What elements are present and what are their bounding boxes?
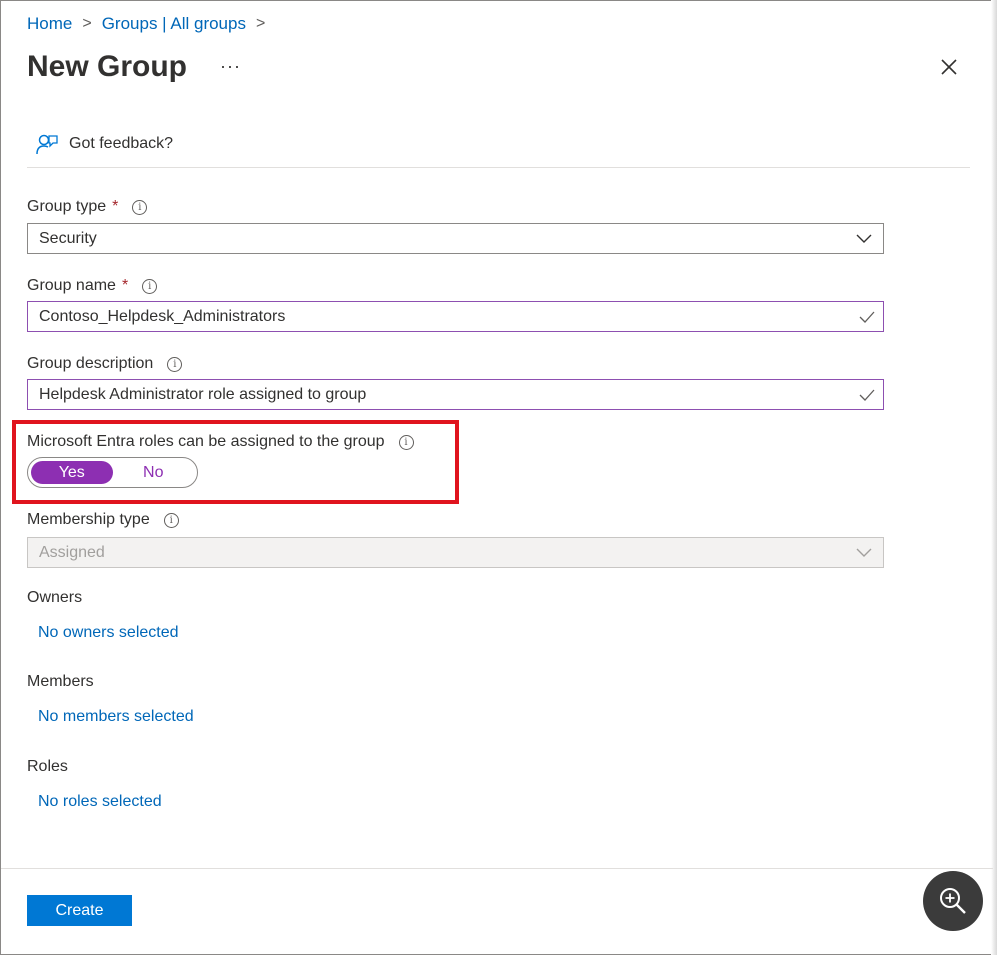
checkmark-icon	[859, 311, 875, 323]
required-asterisk: *	[121, 277, 129, 294]
footer-divider	[1, 868, 993, 869]
page-title: New Group	[27, 50, 188, 83]
divider	[27, 167, 970, 168]
close-icon[interactable]	[938, 56, 960, 78]
group-description-input[interactable]: Helpdesk Administrator role assigned to …	[27, 379, 884, 410]
toggle-yes[interactable]: Yes	[31, 461, 113, 484]
entra-roles-toggle[interactable]: Yes No	[27, 457, 198, 488]
roles-label: Roles	[27, 758, 68, 775]
group-name-value: Contoso_Helpdesk_Administrators	[39, 307, 286, 325]
membership-type-select: Assigned	[27, 537, 884, 568]
panel-shadow	[991, 0, 997, 955]
group-type-label: Group type * i	[27, 198, 148, 216]
checkmark-icon	[859, 389, 875, 401]
feedback-icon	[36, 134, 58, 155]
info-icon[interactable]: i	[163, 512, 179, 528]
owners-label: Owners	[27, 589, 83, 606]
group-name-input[interactable]: Contoso_Helpdesk_Administrators	[27, 301, 884, 332]
breadcrumb-groups[interactable]: Groups | All groups	[102, 14, 246, 34]
more-options-button[interactable]: ···	[220, 56, 241, 77]
members-label: Members	[27, 673, 94, 690]
required-asterisk: *	[112, 198, 119, 215]
group-description-label: Group description i	[27, 355, 183, 373]
chevron-down-icon	[856, 234, 872, 243]
info-icon[interactable]: i	[398, 434, 414, 450]
info-icon[interactable]: i	[167, 356, 183, 372]
feedback-label: Got feedback?	[69, 135, 174, 152]
owners-link[interactable]: No owners selected	[38, 624, 179, 642]
group-type-value: Security	[39, 229, 97, 247]
chevron-down-icon	[856, 548, 872, 557]
info-icon[interactable]: i	[132, 199, 148, 215]
toggle-no[interactable]: No	[113, 461, 195, 484]
breadcrumb-home[interactable]: Home	[27, 14, 72, 34]
group-name-label: Group name * i	[27, 277, 158, 295]
info-icon[interactable]: i	[142, 278, 158, 294]
create-button[interactable]: Create	[27, 895, 132, 926]
roles-link[interactable]: No roles selected	[38, 793, 162, 811]
membership-type-value: Assigned	[39, 543, 105, 561]
feedback-button[interactable]: Got feedback?	[35, 133, 173, 155]
group-type-select[interactable]: Security	[27, 223, 884, 254]
breadcrumb-separator: >	[255, 15, 266, 32]
breadcrumb-separator: >	[82, 15, 92, 32]
breadcrumb: Home > Groups | All groups >	[27, 14, 265, 34]
group-description-value: Helpdesk Administrator role assigned to …	[39, 385, 367, 403]
entra-roles-label: Microsoft Entra roles can be assigned to…	[27, 433, 414, 451]
zoom-in-icon	[940, 888, 966, 914]
zoom-button[interactable]	[923, 871, 983, 931]
members-link[interactable]: No members selected	[38, 708, 194, 726]
membership-type-label: Membership type i	[27, 511, 179, 529]
